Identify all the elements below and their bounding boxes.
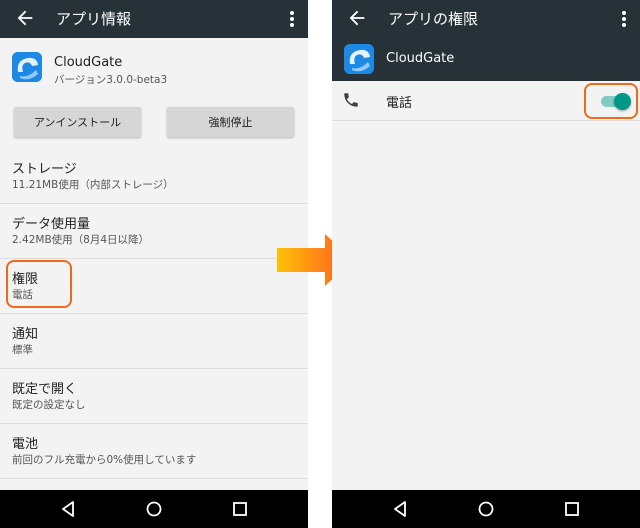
more-vert-icon[interactable] <box>288 9 296 29</box>
page-title: アプリ情報 <box>56 10 132 28</box>
toggle-highlight <box>584 83 638 119</box>
app-header: CloudGate バージョン3.0.0-beta3 <box>0 38 308 102</box>
nav-back-icon[interactable] <box>58 499 78 519</box>
nav-home-icon[interactable] <box>476 499 496 519</box>
row-subtitle: 前回のフル充電から0%使用しています <box>12 454 197 466</box>
permissions-highlight <box>6 260 72 308</box>
settings-row-notifications[interactable]: 通知 標準 <box>0 313 308 369</box>
row-subtitle: 11.21MB使用（内部ストレージ） <box>12 179 174 191</box>
app-bar: アプリの権限 <box>332 0 640 38</box>
nav-home-icon[interactable] <box>144 499 164 519</box>
app-name: CloudGate <box>54 55 123 70</box>
navigation-bar <box>0 490 308 528</box>
force-stop-button[interactable]: 強制停止 <box>167 107 294 137</box>
more-vert-icon[interactable] <box>620 9 628 29</box>
row-subtitle: 既定の設定なし <box>12 399 86 411</box>
cloudgate-app-icon <box>12 52 42 82</box>
cloudgate-app-icon <box>344 44 374 74</box>
navigation-bar <box>332 490 640 528</box>
back-arrow-icon[interactable] <box>14 7 36 29</box>
settings-row-data-usage[interactable]: データ使用量 2.42MB使用（8月4日以降） <box>0 203 308 259</box>
phone-icon <box>344 93 358 107</box>
permission-label: 電話 <box>386 96 413 111</box>
nav-recents-icon[interactable] <box>562 499 582 519</box>
app-bar: アプリ情報 <box>0 0 308 38</box>
app-name: CloudGate <box>386 51 455 66</box>
row-title: 既定で開く <box>12 382 78 397</box>
settings-row-battery[interactable]: 電池 前回のフル充電から0%使用しています <box>0 423 308 479</box>
row-title: 通知 <box>12 327 39 342</box>
nav-recents-icon[interactable] <box>230 499 250 519</box>
row-subtitle: 標準 <box>12 344 33 356</box>
app-permissions-screen: アプリの権限 CloudGate 電話 <box>332 0 640 528</box>
app-version: バージョン3.0.0-beta3 <box>54 74 168 86</box>
row-subtitle: 2.42MB使用（8月4日以降） <box>12 234 150 246</box>
uninstall-button[interactable]: アンインストール <box>14 107 141 137</box>
settings-row-open-by-default[interactable]: 既定で開く 既定の設定なし <box>0 368 308 424</box>
row-title: 電池 <box>12 437 39 452</box>
back-arrow-icon[interactable] <box>346 7 368 29</box>
row-title: データ使用量 <box>12 217 91 232</box>
app-header: CloudGate <box>332 38 640 81</box>
settings-row-storage[interactable]: ストレージ 11.21MB使用（内部ストレージ） <box>0 148 308 204</box>
nav-back-icon[interactable] <box>390 499 410 519</box>
row-title: ストレージ <box>12 162 77 177</box>
page-title: アプリの権限 <box>388 10 479 28</box>
